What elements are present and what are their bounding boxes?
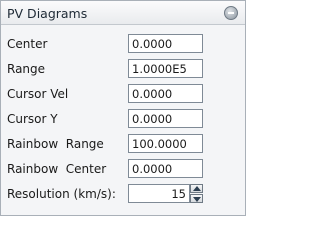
cursor-vel-label: Cursor Vel: [7, 87, 69, 101]
rainbow-range-field[interactable]: 100.0000: [128, 134, 203, 153]
collapse-icon[interactable]: [224, 6, 238, 20]
rainbow-range-label: Rainbow Range: [7, 137, 104, 151]
range-row: Range 1.0000E5: [1, 59, 245, 79]
panel-titlebar[interactable]: PV Diagrams: [1, 1, 245, 25]
center-label: Center: [7, 37, 48, 51]
resolution-label: Resolution (km/s):: [7, 187, 116, 201]
spinner-down-arrow-icon[interactable]: [190, 194, 203, 203]
resolution-row: Resolution (km/s): 15: [1, 184, 245, 204]
rainbow-center-row: Rainbow Center 0.0000: [1, 159, 245, 179]
range-label: Range: [7, 62, 46, 76]
center-field[interactable]: 0.0000: [128, 34, 203, 53]
rainbow-center-field[interactable]: 0.0000: [128, 159, 203, 178]
cursor-vel-row: Cursor Vel 0.0000: [1, 84, 245, 104]
center-row: Center 0.0000: [1, 34, 245, 54]
pv-diagrams-panel: PV Diagrams Center 0.0000 Range 1.0000E5…: [0, 0, 246, 216]
spinner-up-arrow-icon[interactable]: [190, 184, 203, 193]
cursor-y-field[interactable]: 0.0000: [128, 109, 203, 128]
range-field[interactable]: 1.0000E5: [128, 59, 203, 78]
resolution-spinner-field[interactable]: 15: [128, 184, 190, 203]
rainbow-center-label: Rainbow Center: [7, 162, 107, 176]
panel-title: PV Diagrams: [7, 6, 88, 21]
rainbow-range-row: Rainbow Range 100.0000: [1, 134, 245, 154]
cursor-y-label: Cursor Y: [7, 112, 58, 126]
cursor-y-row: Cursor Y 0.0000: [1, 109, 245, 129]
cursor-vel-field[interactable]: 0.0000: [128, 84, 203, 103]
